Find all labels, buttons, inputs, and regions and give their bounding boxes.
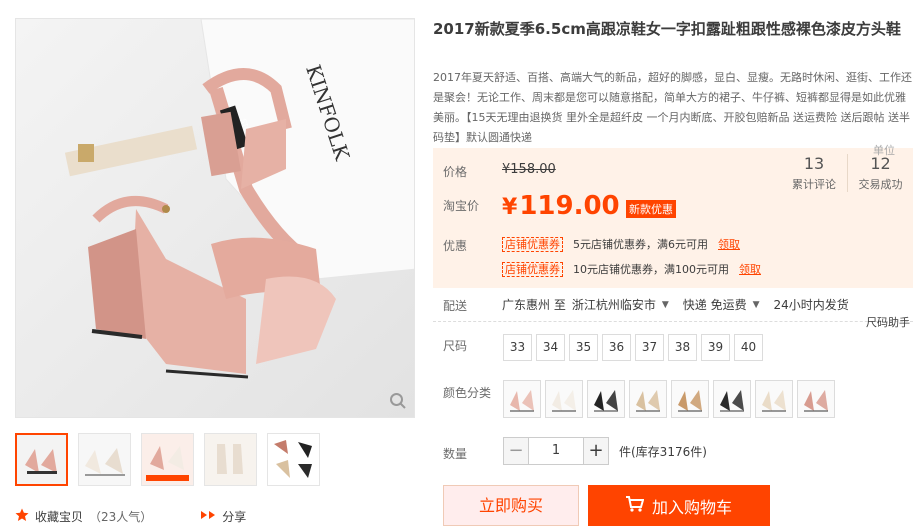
color-swatch[interactable]: [587, 380, 625, 418]
color-swatch[interactable]: [671, 380, 709, 418]
stat-reviews-label: 累计评论: [792, 178, 836, 191]
favorite-label: 收藏宝贝: [35, 510, 84, 524]
add-to-cart-button[interactable]: 加入购物车: [588, 485, 770, 526]
thumbnail-4[interactable]: [204, 433, 257, 486]
color-swatch[interactable]: [713, 380, 751, 418]
favorite-share-bar: 收藏宝贝 （23人气） 分享: [15, 508, 246, 525]
thumbnail-2[interactable]: [78, 433, 131, 486]
thumbnail-5[interactable]: [267, 433, 320, 486]
stock-text: 件(库存3176件): [619, 444, 707, 459]
price-panel: 单位 价格 ¥158.00 淘宝价 ¥119.00 新款优惠 13 累计评论 1…: [433, 144, 913, 288]
quantity-plus-button[interactable]: +: [583, 437, 609, 465]
size-helper-link[interactable]: 尺码助手: [866, 314, 910, 330]
coupon-text: 10元店铺优惠券，满100元可用: [573, 263, 729, 276]
shipping-label: 配送: [443, 299, 468, 313]
ship-time: 24小时内发货: [773, 298, 849, 312]
size-option[interactable]: 34: [536, 334, 565, 361]
current-price: ¥119.00: [502, 191, 620, 221]
color-swatch[interactable]: [755, 380, 793, 418]
favorite-button[interactable]: 收藏宝贝 （23人气）: [15, 508, 152, 525]
divider: [433, 321, 913, 322]
stat-sales[interactable]: 12 交易成功: [847, 154, 913, 192]
coupon-get-link[interactable]: 领取: [739, 261, 761, 277]
size-option[interactable]: 40: [734, 334, 763, 361]
ship-method-select[interactable]: 快递 免运费: [683, 296, 747, 313]
size-label: 尺码: [443, 339, 468, 353]
size-option[interactable]: 33: [503, 334, 532, 361]
size-option[interactable]: 36: [602, 334, 631, 361]
product-photo: KINFOLK STONE: [16, 19, 414, 417]
size-option[interactable]: 35: [569, 334, 598, 361]
quantity-minus-button[interactable]: −: [503, 437, 529, 465]
coupon-row-1: 店铺优惠券 5元店铺优惠券，满6元可用 领取: [502, 236, 740, 252]
shipping-row: 配送 广东惠州 至 浙江杭州临安市 ▼ 快递 免运费 ▼ 24小时内发货: [433, 296, 915, 318]
current-price-value: 119.00: [519, 191, 620, 221]
discount-label: 优惠: [443, 239, 468, 253]
quantity-stepper: − 1 + 件(库存3176件): [503, 437, 707, 465]
main-product-image[interactable]: KINFOLK STONE: [15, 18, 415, 418]
color-swatch[interactable]: [503, 380, 541, 418]
chevron-down-icon[interactable]: ▼: [662, 300, 669, 310]
share-button[interactable]: 分享: [200, 508, 246, 525]
coupon-text: 5元店铺优惠券，满6元可用: [573, 238, 708, 251]
zoom-icon[interactable]: [384, 387, 412, 415]
stat-reviews[interactable]: 13 累计评论: [781, 154, 847, 192]
add-to-cart-label: 加入购物车: [651, 497, 732, 517]
share-icon: [200, 509, 216, 524]
chevron-down-icon[interactable]: ▼: [753, 300, 760, 310]
shipping-values: 广东惠州 至 浙江杭州临安市 ▼ 快递 免运费 ▼ 24小时内发货: [502, 296, 849, 313]
color-options: [503, 380, 835, 418]
ship-to-select[interactable]: 浙江杭州临安市: [572, 296, 656, 313]
color-label: 颜色分类: [443, 386, 492, 400]
color-swatch[interactable]: [545, 380, 583, 418]
size-option[interactable]: 39: [701, 334, 730, 361]
ship-from: 广东惠州 至: [502, 298, 566, 312]
cart-icon: [625, 495, 645, 516]
product-title: 2017新款夏季6.5cm高跟凉鞋女一字扣露趾粗跟性感裸色漆皮方头鞋: [433, 20, 901, 38]
favorite-count: （23人气）: [89, 510, 153, 524]
stat-sales-count: 12: [870, 154, 891, 173]
color-swatch[interactable]: [797, 380, 835, 418]
stat-reviews-count: 13: [803, 154, 825, 173]
share-label: 分享: [222, 510, 247, 524]
cur-price-label: 淘宝价: [443, 199, 480, 213]
quantity-label: 数量: [443, 447, 468, 461]
stat-sales-label: 交易成功: [858, 178, 903, 191]
size-option[interactable]: 38: [668, 334, 697, 361]
color-swatch[interactable]: [629, 380, 667, 418]
size-option[interactable]: 37: [635, 334, 664, 361]
thumbnail-3[interactable]: [141, 433, 194, 486]
currency-symbol: ¥: [502, 195, 518, 220]
thumbnail-1[interactable]: [15, 433, 68, 486]
coupon-row-2: 店铺优惠券 10元店铺优惠券，满100元可用 领取: [502, 261, 761, 277]
buy-now-button[interactable]: 立即购买: [443, 485, 579, 526]
quantity-input[interactable]: 1: [529, 437, 583, 465]
coupon-tag: 店铺优惠券: [502, 236, 563, 252]
thumbnail-strip: [15, 433, 320, 486]
orig-price-label: 价格: [443, 165, 468, 179]
coupon-tag: 店铺优惠券: [502, 261, 563, 277]
promo-badge: 新款优惠: [626, 200, 676, 218]
orig-price: ¥158.00: [502, 162, 556, 177]
size-options: 33 34 35 36 37 38 39 40: [503, 334, 763, 361]
coupon-get-link[interactable]: 领取: [718, 236, 740, 252]
product-subtitle: 2017年夏天舒适、百搭、高端大气的新品，超好的脚感，显白、显瘦。无路时休闲、逛…: [433, 71, 912, 144]
stats: 13 累计评论 12 交易成功: [781, 154, 913, 192]
star-icon: [15, 508, 29, 525]
